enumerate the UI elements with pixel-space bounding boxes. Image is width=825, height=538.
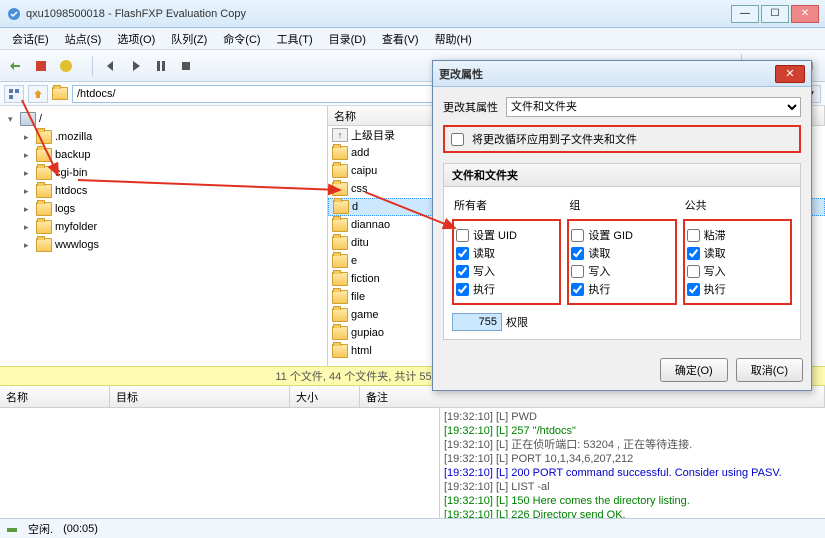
status-time: (00:05) xyxy=(63,523,98,535)
menu-item[interactable]: 工具(T) xyxy=(271,29,319,49)
perm-checkbox-group-write[interactable] xyxy=(571,265,584,278)
perm-opt-label: 执行 xyxy=(588,281,610,297)
perm-opt-label: 读取 xyxy=(704,245,726,261)
tree-item[interactable]: ▸backup xyxy=(4,146,323,164)
recursive-checkbox[interactable] xyxy=(451,133,464,146)
log-line: [19:32:10] [L] 150 Here comes the direct… xyxy=(444,494,821,508)
log-line: [19:32:10] [L] 226 Directory send OK. xyxy=(444,508,821,518)
perm-opt-label: 读取 xyxy=(588,245,610,261)
log-line: [19:32:10] [L] PORT 10,1,34,6,207,212 xyxy=(444,452,821,466)
perm-checkbox-public-read[interactable] xyxy=(687,247,700,260)
minimize-button[interactable]: — xyxy=(731,5,759,23)
window-titlebar: qxu1098500018 - FlashFXP Evaluation Copy… xyxy=(0,0,825,28)
section-title: 文件和文件夹 xyxy=(444,164,800,187)
permission-value-input[interactable] xyxy=(452,313,502,331)
queue-pane xyxy=(0,408,440,518)
perm-opt-label: 执行 xyxy=(473,281,495,297)
ok-button[interactable]: 确定(O) xyxy=(660,358,728,382)
perm-group-label: 公共 xyxy=(683,195,792,215)
recursive-label: 将更改循环应用到子文件夹和文件 xyxy=(472,131,637,147)
log-line: [19:32:10] [L] 200 PORT command successf… xyxy=(444,466,821,480)
close-button[interactable]: ✕ xyxy=(791,5,819,23)
perm-opt-label: 粘滞 xyxy=(704,227,726,243)
local-tree-pane: ▾/▸.mozilla▸backup▸cgi-bin▸htdocs▸logs▸m… xyxy=(0,106,328,366)
menu-bar: 会话(E)站点(S)选项(O)队列(Z)命令(C)工具(T)目录(D)查看(V)… xyxy=(0,28,825,50)
menu-item[interactable]: 队列(Z) xyxy=(165,29,213,49)
log-line: [19:32:10] [L] 正在侦听端口: 53204 , 正在等待连接. xyxy=(444,438,821,452)
log-line: [19:32:10] [L] LIST -al xyxy=(444,480,821,494)
attr-type-select[interactable]: 文件和文件夹 xyxy=(506,97,801,117)
tree-item[interactable]: ▸myfolder xyxy=(4,218,323,236)
perm-checkbox-owner-read[interactable] xyxy=(456,247,469,260)
tree-item[interactable]: ▸wwwlogs xyxy=(4,236,323,254)
tree-toggle-button[interactable] xyxy=(4,85,24,103)
queue-column[interactable]: 目标 xyxy=(110,386,290,407)
perm-checkbox-group-special[interactable] xyxy=(571,229,584,242)
cancel-button[interactable]: 取消(C) xyxy=(736,358,803,382)
play-button[interactable] xyxy=(124,54,148,78)
tree-item[interactable]: ▸logs xyxy=(4,200,323,218)
stop-button[interactable] xyxy=(174,54,198,78)
perm-opt-label: 设置 UID xyxy=(473,227,517,243)
status-text: 空闲. xyxy=(28,521,53,537)
pause-button[interactable] xyxy=(149,54,173,78)
menu-item[interactable]: 站点(S) xyxy=(59,29,108,49)
menu-item[interactable]: 帮助(H) xyxy=(429,29,478,49)
menu-item[interactable]: 会话(E) xyxy=(6,29,55,49)
perm-checkbox-group-execute[interactable] xyxy=(571,283,584,296)
perm-checkbox-public-write[interactable] xyxy=(687,265,700,278)
perm-opt-label: 写入 xyxy=(588,263,610,279)
prev-button[interactable] xyxy=(99,54,123,78)
up-button[interactable] xyxy=(28,85,48,103)
perm-opt-label: 执行 xyxy=(704,281,726,297)
log-line: [19:32:10] [L] PWD xyxy=(444,410,821,424)
tree-item[interactable]: ▸htdocs xyxy=(4,182,323,200)
perm-opt-label: 写入 xyxy=(704,263,726,279)
perm-opt-label: 读取 xyxy=(473,245,495,261)
perm-group-label: 组 xyxy=(567,195,676,215)
status-bar: 空闲. (00:05) xyxy=(0,518,825,538)
menu-item[interactable]: 选项(O) xyxy=(111,29,161,49)
status-indicator xyxy=(6,523,18,535)
queue-column[interactable]: 名称 xyxy=(0,386,110,407)
connect-button[interactable] xyxy=(4,54,28,78)
perm-checkbox-public-execute[interactable] xyxy=(687,283,700,296)
perm-checkbox-public-special[interactable] xyxy=(687,229,700,242)
menu-item[interactable]: 目录(D) xyxy=(323,29,372,49)
attr-label: 更改其属性 xyxy=(443,99,498,115)
tree-root[interactable]: ▾/ xyxy=(4,110,323,128)
queue-column[interactable]: 大小 xyxy=(290,386,360,407)
abort-button[interactable] xyxy=(54,54,78,78)
disconnect-button[interactable] xyxy=(29,54,53,78)
tree-item[interactable]: ▸.mozilla xyxy=(4,128,323,146)
dialog-title: 更改属性 xyxy=(439,66,775,82)
perm-checkbox-group-read[interactable] xyxy=(571,247,584,260)
window-title: qxu1098500018 - FlashFXP Evaluation Copy xyxy=(26,8,731,20)
dialog-close-button[interactable]: ✕ xyxy=(775,65,805,83)
perm-opt-label: 设置 GID xyxy=(588,227,633,243)
menu-item[interactable]: 命令(C) xyxy=(217,29,266,49)
perm-checkbox-owner-execute[interactable] xyxy=(456,283,469,296)
perm-checkbox-owner-special[interactable] xyxy=(456,229,469,242)
tree-item[interactable]: ▸cgi-bin xyxy=(4,164,323,182)
menu-item[interactable]: 查看(V) xyxy=(376,29,425,49)
folder-icon xyxy=(52,87,68,100)
perm-group-label: 所有者 xyxy=(452,195,561,215)
change-attributes-dialog: 更改属性 ✕ 更改其属性 文件和文件夹 将更改循环应用到子文件夹和文件 文件和文… xyxy=(432,60,812,391)
app-icon xyxy=(6,6,22,22)
log-line: [19:32:10] [L] 257 "/htdocs" xyxy=(444,424,821,438)
log-pane: [19:32:10] [L] PWD[19:32:10] [L] 257 "/h… xyxy=(440,408,825,518)
perm-checkbox-owner-write[interactable] xyxy=(456,265,469,278)
permission-label: 权限 xyxy=(506,314,528,330)
perm-opt-label: 写入 xyxy=(473,263,495,279)
maximize-button[interactable]: ☐ xyxy=(761,5,789,23)
